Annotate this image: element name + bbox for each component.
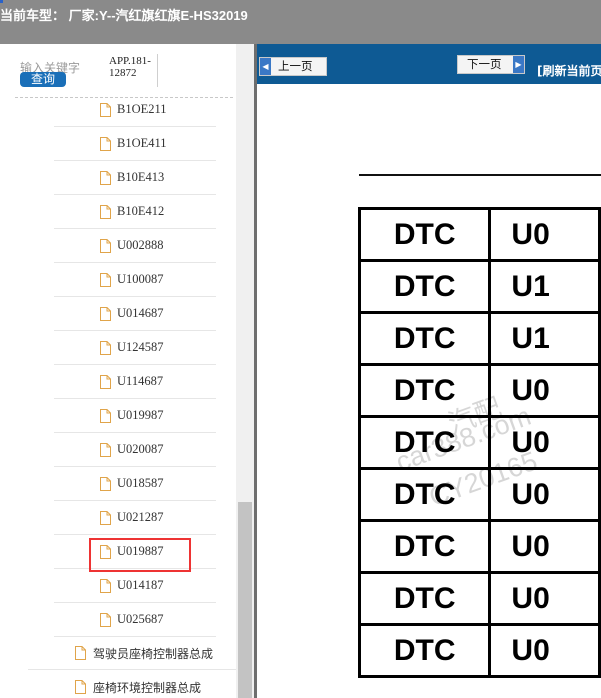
tree-item[interactable]: U020087 [54,433,216,467]
document-icon [75,645,86,660]
tree-item-label: U014687 [117,306,164,320]
document-icon [100,578,111,593]
tree-item-label: U002888 [117,238,164,252]
tree-item[interactable]: U014187 [54,569,216,603]
document-icon [75,679,86,694]
refresh-page-link[interactable]: [刷新当前页] [537,62,601,79]
tree-item[interactable]: U025687 [54,603,216,637]
document-icon [100,238,111,253]
tree-item-label: B1OE211 [117,102,167,116]
dtc-code-cell: U1 [488,259,601,314]
dtc-code-cell: U1 [488,311,601,366]
dtc-row: DTC U0 [357,207,601,262]
document-icon [100,476,111,491]
sidebar: 输入关键字 查询 APP.181- 12872 B1OE211 B1OE411 B10… [0,44,254,698]
vehicle-title: 当前车型： 厂家:Y--汽红旗红旗E-HS32019 [0,8,248,23]
document-icon [100,442,111,457]
tree-item[interactable]: U124587 [54,331,216,365]
dtc-row: DTC U0 [357,623,601,678]
dtc-label-cell: DTC [357,623,492,678]
tree-item-label: B1OE411 [117,136,167,150]
tree-item[interactable]: U114687 [54,365,216,399]
scrollbar-thumb[interactable] [238,502,252,698]
document-icon [100,102,111,117]
tree-folder-item[interactable]: 驾驶员座椅控制器总成 [28,636,236,670]
tree-item-label: U014187 [117,578,164,592]
document-icon [100,510,111,525]
document-icon [100,612,111,627]
dtc-label-cell: DTC [357,571,492,626]
dtc-row: DTC U1 [357,311,601,366]
document-icon [100,272,111,287]
app-code-label: APP.181- 12872 [109,55,151,79]
document-icon [100,408,111,423]
tree-item[interactable]: U019987 [54,399,216,433]
next-page-button[interactable]: 下一页 ▶ [457,55,525,74]
dtc-label-cell: DTC [357,259,492,314]
document-icon [100,204,111,219]
dtc-label-cell: DTC [357,311,492,366]
tree-folder-label: 驾驶员座椅控制器总成 [93,647,214,661]
tree-item-label: U020087 [117,442,164,456]
tree-folder-label: 座椅环境控制器总成 [93,681,202,695]
dtc-code-cell: U0 [488,207,601,262]
tree-item[interactable]: U002888 [54,229,216,263]
tree-item[interactable]: B1OE411 [54,127,216,161]
tree-item-label: U018587 [117,476,164,490]
document-icon [100,340,111,355]
tree-item-label: U021287 [117,510,164,524]
dtc-label-cell: DTC [357,207,492,262]
document-icon [100,170,111,185]
document-rule [359,174,601,176]
tree-item[interactable]: U021287 [54,501,216,535]
tree-item[interactable]: B10E412 [54,195,216,229]
tree-item-label: U114687 [117,374,164,388]
tree-item-label: U100087 [117,272,164,286]
page-nav-bar: ◀ 上一页 下一页 ▶ [刷新当前页] [257,44,601,84]
document-viewer: ◀ 上一页 下一页 ▶ [刷新当前页] DTC U0 DTC U1 DTC U1 DTC U0… [257,44,601,698]
dtc-row: DTC U0 [357,519,601,574]
tree-item[interactable]: U018587 [54,467,216,501]
dtc-label-cell: DTC [357,519,492,574]
tree-item[interactable]: B10E413 [54,161,216,195]
window-title-bar: 当前车型： 厂家:Y--汽红旗红旗E-HS32019 [0,0,601,44]
left-arrow-icon: ◀ [260,58,271,75]
right-arrow-icon: ▶ [513,56,524,73]
tree-folder-item[interactable]: 座椅环境控制器总成 [28,670,236,698]
dtc-row: DTC U1 [357,259,601,314]
dtc-code-cell: U0 [488,623,601,678]
dtc-code-cell: U0 [488,571,601,626]
tree-item-label: U025687 [117,612,164,626]
selection-highlight [89,538,191,572]
tree-item[interactable]: U014687 [54,297,216,331]
tree-item-label: B10E412 [117,204,165,218]
tree-item[interactable]: B1OE211 [54,93,216,127]
vertical-separator [157,54,158,87]
dtc-code-cell: U0 [488,519,601,574]
document-icon [100,306,111,321]
tree-item-label: U124587 [117,340,164,354]
tree-item-label: B10E413 [117,170,165,184]
corner-marker [0,0,3,3]
search-button[interactable]: 查询 [20,72,66,87]
tree-item-label: U019987 [117,408,164,422]
document-icon [100,374,111,389]
dtc-row: DTC U0 [357,571,601,626]
tree-item[interactable]: U100087 [54,263,216,297]
prev-page-button[interactable]: ◀ 上一页 [259,57,327,76]
document-icon [100,136,111,151]
